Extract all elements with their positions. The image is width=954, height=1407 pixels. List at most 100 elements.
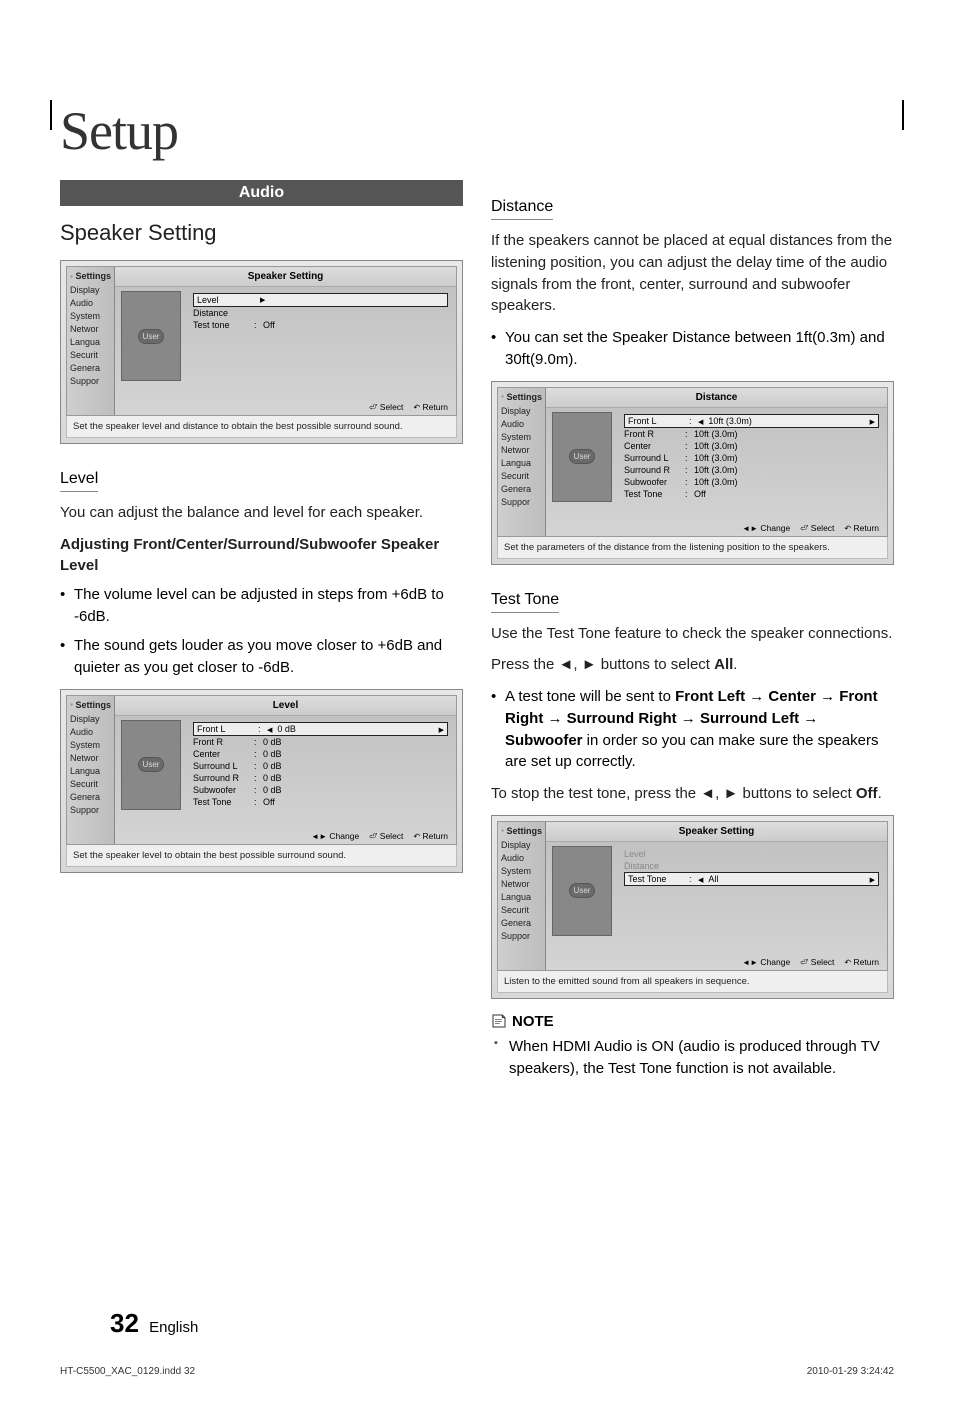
gear-icon xyxy=(501,826,504,835)
level-row[interactable]: Front L:0 dB xyxy=(193,722,448,736)
sidebar-item[interactable]: System xyxy=(501,432,542,442)
sidebar-item[interactable]: Networ xyxy=(70,324,111,334)
sidebar-item[interactable]: Networ xyxy=(70,753,111,763)
gear-icon xyxy=(70,700,73,709)
crop-mark xyxy=(902,100,904,130)
sidebar-item[interactable]: Networ xyxy=(501,879,542,889)
left-column: Audio Speaker Setting Settings Display A… xyxy=(60,180,463,1079)
sidebar-item[interactable]: Securit xyxy=(501,471,542,481)
sidebar-item[interactable]: System xyxy=(70,740,111,750)
sidebar-item[interactable]: Langua xyxy=(70,766,111,776)
distance-bullet: You can set the Speaker Distance between… xyxy=(491,327,894,371)
section-banner-audio: Audio xyxy=(60,180,463,206)
sidebar-item[interactable]: Display xyxy=(501,840,542,850)
sidebar-item[interactable]: Display xyxy=(501,406,542,416)
option-distance-dim: Distance xyxy=(624,860,879,872)
screenshot-speaker-setting: Settings Display Audio System Networ Lan… xyxy=(60,260,463,444)
ui-footer-hints: ◄► Change ⏎' Select ↶ Return xyxy=(742,957,879,967)
testtone-bullet: A test tone will be sent to Front Left →… xyxy=(491,686,894,773)
user-badge: User xyxy=(569,883,596,898)
testtone-para: Press the ◄, ► buttons to select All. xyxy=(491,654,894,676)
panel-title: Level xyxy=(115,696,456,716)
sidebar-item[interactable]: Suppor xyxy=(501,931,542,941)
option-distance[interactable]: Distance xyxy=(193,307,448,319)
gear-icon xyxy=(70,272,73,281)
distance-row[interactable]: Test Tone:Off xyxy=(624,488,879,500)
sidebar-item[interactable]: Audio xyxy=(501,853,542,863)
level-row[interactable]: Subwoofer:0 dB xyxy=(193,784,448,796)
distance-para: If the speakers cannot be placed at equa… xyxy=(491,230,894,317)
heading-test-tone: Test Tone xyxy=(491,591,559,613)
page-number: 32 xyxy=(110,1308,139,1338)
sidebar-item[interactable]: Networ xyxy=(501,445,542,455)
ui-sidebar: Settings Display Audio System Networ Lan… xyxy=(498,822,546,970)
testtone-para: To stop the test tone, press the ◄, ► bu… xyxy=(491,783,894,805)
sidebar-item[interactable]: Genera xyxy=(501,918,542,928)
sidebar-item[interactable]: Securit xyxy=(501,905,542,915)
ui-footer-hints: ⏎' Select ↶ Return xyxy=(369,402,448,412)
user-badge: User xyxy=(569,449,596,464)
sidebar-item[interactable]: Genera xyxy=(501,484,542,494)
page-language: English xyxy=(149,1319,198,1336)
option-level[interactable]: Level xyxy=(193,293,448,307)
sidebar-item[interactable]: System xyxy=(70,311,111,321)
heading-level: Level xyxy=(60,470,98,492)
manual-page: Setup Audio Speaker Setting Settings Dis… xyxy=(0,100,954,1407)
distance-row[interactable]: Surround R:10ft (3.0m) xyxy=(624,464,879,476)
sidebar-item[interactable]: Suppor xyxy=(70,376,111,386)
sidebar-item[interactable]: Audio xyxy=(70,727,111,737)
indd-file: HT-C5500_XAC_0129.indd 32 xyxy=(60,1366,195,1377)
option-test-tone[interactable]: Test tone:Off xyxy=(193,319,448,331)
speaker-layout-image: User xyxy=(552,412,612,502)
ui-sidebar: Settings Display Audio System Networ Lan… xyxy=(498,388,546,536)
distance-row[interactable]: Center:10ft (3.0m) xyxy=(624,440,879,452)
sidebar-item[interactable]: Display xyxy=(70,714,111,724)
option-test-tone-sel[interactable]: Test Tone:All xyxy=(624,872,879,886)
sidebar-item[interactable]: Langua xyxy=(70,337,111,347)
sidebar-item[interactable]: Audio xyxy=(501,419,542,429)
sidebar-item[interactable]: System xyxy=(501,866,542,876)
note-label: NOTE xyxy=(512,1013,554,1030)
level-bullet: The volume level can be adjusted in step… xyxy=(60,584,463,628)
speaker-layout-image: User xyxy=(552,846,612,936)
sidebar-item[interactable]: Genera xyxy=(70,363,111,373)
help-text: Listen to the emitted sound from all spe… xyxy=(497,971,888,993)
level-row[interactable]: Front R:0 dB xyxy=(193,736,448,748)
page-footer: 32 English xyxy=(110,1308,198,1339)
level-row[interactable]: Test Tone:Off xyxy=(193,796,448,808)
sidebar-item[interactable]: Suppor xyxy=(501,497,542,507)
speaker-layout-image: User xyxy=(121,291,181,381)
sidebar-item[interactable]: Securit xyxy=(70,350,111,360)
sidebar-item[interactable]: Display xyxy=(70,285,111,295)
ui-sidebar: Settings Display Audio System Networ Lan… xyxy=(67,267,115,415)
level-bullet: The sound gets louder as you move closer… xyxy=(60,635,463,679)
note-item: When HDMI Audio is ON (audio is produced… xyxy=(491,1036,894,1080)
distance-row[interactable]: Surround L:10ft (3.0m) xyxy=(624,452,879,464)
speaker-layout-image: User xyxy=(121,720,181,810)
distance-row[interactable]: Front L:10ft (3.0m) xyxy=(624,414,879,428)
sidebar-item[interactable]: Langua xyxy=(501,458,542,468)
help-text: Set the speaker level and distance to ob… xyxy=(66,416,457,438)
indd-timestamp: 2010-01-29 3:24:42 xyxy=(807,1366,894,1377)
gear-icon xyxy=(501,392,504,401)
level-row[interactable]: Surround R:0 dB xyxy=(193,772,448,784)
level-row[interactable]: Surround L:0 dB xyxy=(193,760,448,772)
panel-title: Speaker Setting xyxy=(546,822,887,842)
sidebar-item[interactable]: Securit xyxy=(70,779,111,789)
ui-footer-hints: ◄► Change ⏎' Select ↶ Return xyxy=(742,523,879,533)
level-row[interactable]: Center:0 dB xyxy=(193,748,448,760)
print-metadata: HT-C5500_XAC_0129.indd 32 2010-01-29 3:2… xyxy=(60,1366,894,1377)
sidebar-item[interactable]: Langua xyxy=(501,892,542,902)
distance-row[interactable]: Front R:10ft (3.0m) xyxy=(624,428,879,440)
screenshot-level: Settings Display Audio System Networ Lan… xyxy=(60,689,463,873)
help-text: Set the speaker level to obtain the best… xyxy=(66,845,457,867)
right-column: Distance If the speakers cannot be place… xyxy=(491,180,894,1079)
note-icon xyxy=(491,1013,507,1029)
sidebar-item[interactable]: Genera xyxy=(70,792,111,802)
screenshot-distance: Settings Display Audio System Networ Lan… xyxy=(491,381,894,565)
sidebar-item[interactable]: Suppor xyxy=(70,805,111,815)
distance-row[interactable]: Subwoofer:10ft (3.0m) xyxy=(624,476,879,488)
heading-distance: Distance xyxy=(491,198,553,220)
sidebar-item[interactable]: Audio xyxy=(70,298,111,308)
chapter-title: Setup xyxy=(60,100,894,162)
